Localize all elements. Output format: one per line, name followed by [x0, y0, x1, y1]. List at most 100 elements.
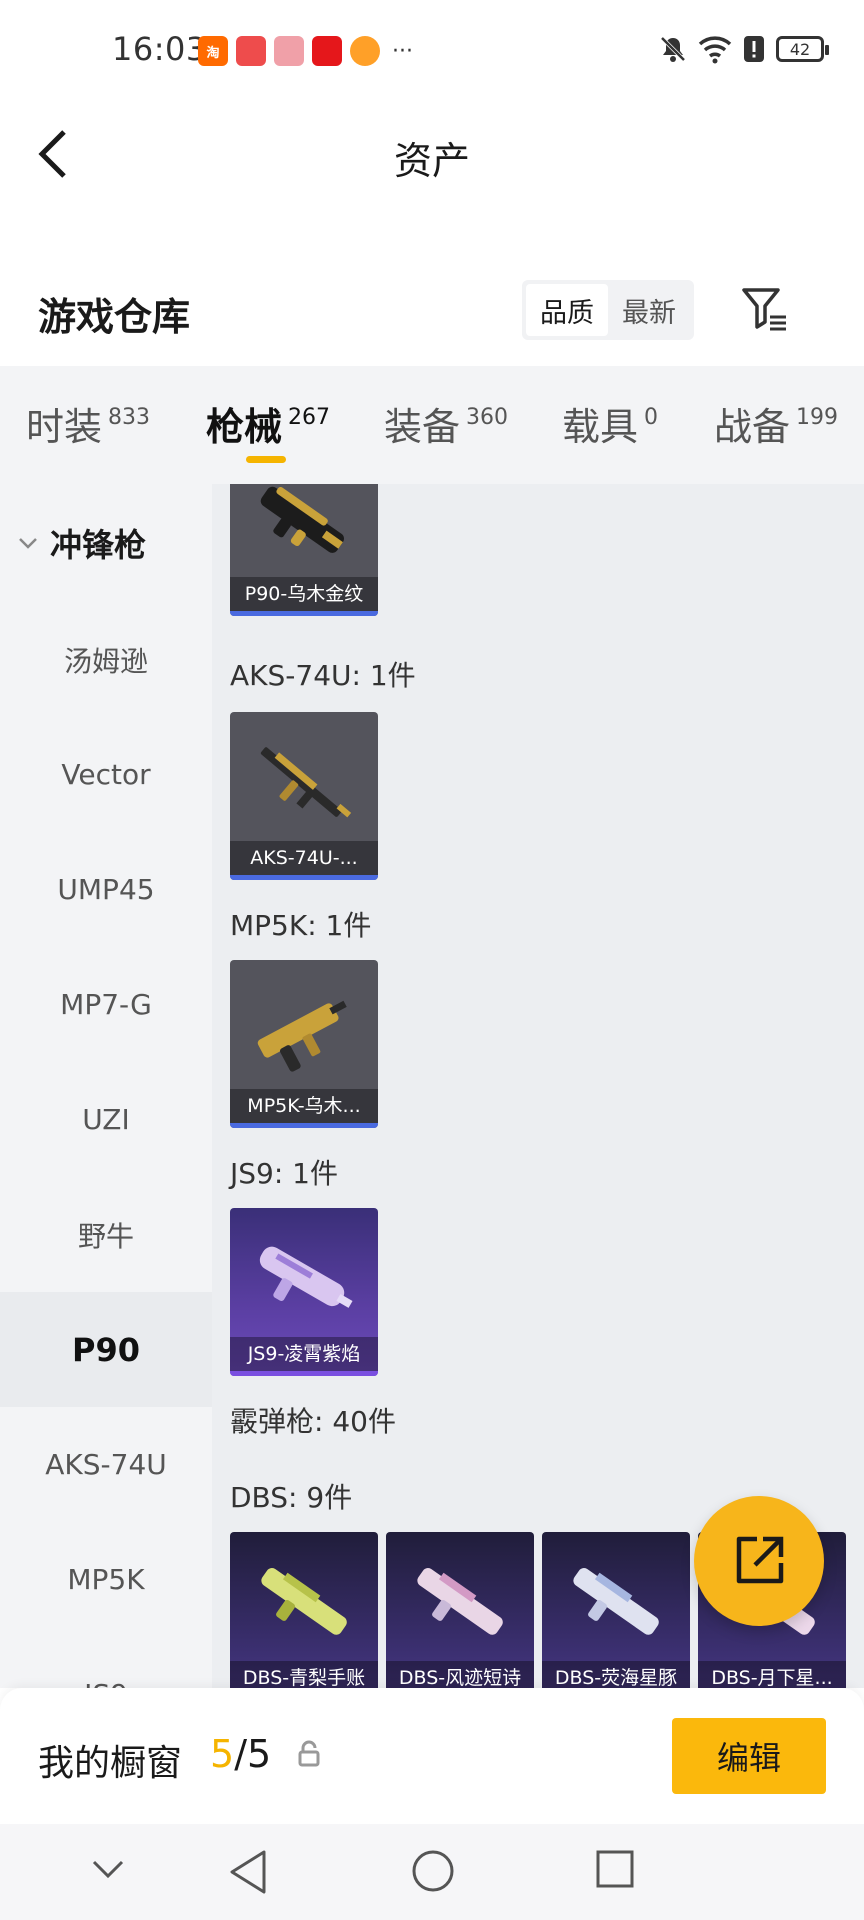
item-card-label: DBS-风迹短诗 — [386, 1661, 534, 1688]
weapon-section-shotgun: 霰弹枪: 40件 — [230, 1405, 396, 1438]
tab-fashion[interactable]: 时装 833 — [26, 396, 150, 451]
showcase-count-total: 5 — [247, 1732, 272, 1776]
tab-label: 战备 — [714, 405, 791, 449]
section-title: 游戏仓库 — [38, 295, 191, 339]
sidebar-item-vector[interactable]: Vector — [0, 717, 212, 832]
weapon-section-js9: JS9: 1件 — [230, 1157, 338, 1190]
page-title: 资产 — [393, 139, 470, 183]
weapon-section-mp5k: MP5K: 1件 — [230, 909, 372, 942]
tab-count: 199 — [796, 405, 839, 430]
rarity-bar — [230, 1371, 378, 1376]
item-card-label: JS9-凌霄紫焰 — [230, 1337, 378, 1371]
tab-count: 0 — [644, 405, 659, 430]
status-bar: 16:03 淘 ··· 42 — [0, 0, 864, 104]
huawei-app-icon — [236, 36, 266, 66]
item-card-label: MP5K-乌木... — [230, 1089, 378, 1123]
rarity-bar — [230, 1123, 378, 1128]
js9-skin-image — [259, 1246, 353, 1308]
bear-app-icon — [350, 36, 380, 66]
weapon-section-dbs: DBS: 9件 — [230, 1481, 353, 1514]
dbs-skin-image — [417, 1568, 503, 1635]
status-time: 16:03 — [112, 30, 207, 68]
home-icon[interactable] — [410, 1848, 456, 1894]
edit-button[interactable]: 编辑 — [672, 1718, 826, 1794]
sidebar-item-mp5k[interactable]: MP5K — [0, 1522, 212, 1637]
item-card[interactable]: MP5K-乌木... — [230, 960, 378, 1128]
share-float-button[interactable] — [694, 1496, 824, 1626]
filter-icon[interactable] — [740, 284, 790, 334]
tab-count: 833 — [108, 405, 151, 430]
chevron-down-icon — [19, 538, 37, 549]
sidebar-item-ump45[interactable]: UMP45 — [0, 832, 212, 947]
item-card-label: DBS-青梨手账 — [230, 1661, 378, 1688]
showcase-count-separator: / — [234, 1732, 247, 1776]
item-card-label: P90-乌木金纹 — [230, 577, 378, 611]
tab-label: 装备 — [384, 405, 461, 449]
screen: 16:03 淘 ··· 42 资产 游戏仓库 品质 最新 时装 833 枪械 2… — [0, 0, 864, 1920]
heart-app-icon — [312, 36, 342, 66]
tab-count: 267 — [288, 405, 331, 430]
recents-icon[interactable] — [594, 1848, 636, 1890]
showcase-count: 5/5 — [210, 1732, 271, 1776]
dbs-skin-image — [573, 1568, 659, 1635]
showcase-title: 我的橱窗 — [38, 1743, 183, 1784]
showcase-bar: 我的橱窗 5/5 编辑 — [0, 1688, 864, 1824]
p90-skin-image — [260, 486, 344, 553]
status-right: 42 — [658, 34, 829, 64]
mute-icon — [660, 36, 686, 62]
gift-app-icon — [274, 36, 304, 66]
sidebar-item-thompson[interactable]: 汤姆逊 — [0, 602, 212, 717]
sidebar-group-label: 冲锋枪 — [50, 526, 147, 564]
item-card[interactable]: P90-乌木金纹 — [230, 484, 378, 616]
rarity-bar — [230, 611, 378, 616]
item-card[interactable]: DBS-青梨手账 — [230, 1532, 378, 1688]
sort-toggle: 品质 最新 — [522, 280, 694, 340]
showcase-count-current: 5 — [210, 1732, 235, 1776]
sidebar-item-aks74u[interactable]: AKS-74U — [0, 1407, 212, 1522]
tab-vehicles[interactable]: 载具 0 — [562, 396, 658, 451]
tab-label: 时装 — [26, 405, 103, 449]
item-card-label: DBS-荧海星豚 — [542, 1661, 690, 1688]
tab-firearms[interactable]: 枪械 267 — [206, 396, 330, 451]
sidebar-group-smg[interactable]: 冲锋枪 — [0, 484, 212, 602]
sidebar-item-mp7g[interactable]: MP7-G — [0, 947, 212, 1062]
aks74u-skin-image — [260, 747, 352, 818]
section-header: 游戏仓库 品质 最新 — [0, 272, 864, 362]
battery-icon: 42 — [776, 36, 829, 62]
dbs-skin-image — [261, 1568, 347, 1635]
tab-equipment[interactable]: 装备 360 — [384, 396, 508, 451]
sidebar-item-p90[interactable]: P90 — [0, 1292, 212, 1407]
share-icon — [736, 1536, 784, 1584]
item-card[interactable]: DBS-风迹短诗 — [386, 1532, 534, 1688]
wifi-icon — [698, 36, 732, 64]
mp5k-skin-image — [257, 1000, 347, 1072]
weapon-section-aks74u: AKS-74U: 1件 — [230, 659, 416, 692]
item-card[interactable]: AKS-74U-... — [230, 712, 378, 880]
weapon-sidebar: 冲锋枪 汤姆逊 Vector UMP45 MP7-G UZI 野牛 P90 AK… — [0, 484, 212, 1688]
item-card[interactable]: JS9-凌霄紫焰 — [230, 1208, 378, 1376]
item-card-label: AKS-74U-... — [230, 841, 378, 875]
item-card[interactable]: DBS-荧海星豚 — [542, 1532, 690, 1688]
alert-icon — [744, 36, 764, 62]
sort-quality-button[interactable]: 品质 — [526, 284, 608, 336]
sidebar-item-uzi[interactable]: UZI — [0, 1062, 212, 1177]
active-tab-indicator — [246, 456, 286, 463]
category-tabs: 时装 833 枪械 267 装备 360 载具 0 战备 199 — [0, 366, 864, 484]
rarity-bar — [230, 875, 378, 880]
back-nav-icon[interactable] — [226, 1848, 270, 1896]
lock-icon — [298, 1740, 320, 1767]
item-card-label: DBS-月下星... — [698, 1661, 846, 1688]
tab-supplies[interactable]: 战备 199 — [714, 396, 838, 451]
sidebar-item-js9[interactable]: JS9 — [0, 1637, 212, 1688]
tab-label: 枪械 — [206, 405, 283, 449]
more-notifications: ··· — [392, 38, 413, 64]
tab-count: 360 — [466, 405, 509, 430]
collapse-icon[interactable] — [88, 1848, 128, 1888]
taobao-app-icon: 淘 — [198, 36, 228, 66]
tab-label: 载具 — [562, 405, 639, 449]
notification-icons: 淘 ··· — [198, 36, 413, 66]
system-nav-bar — [0, 1824, 864, 1920]
sidebar-item-bizon[interactable]: 野牛 — [0, 1177, 212, 1292]
sort-latest-button[interactable]: 最新 — [608, 284, 690, 336]
nav-header: 资产 — [0, 104, 864, 204]
